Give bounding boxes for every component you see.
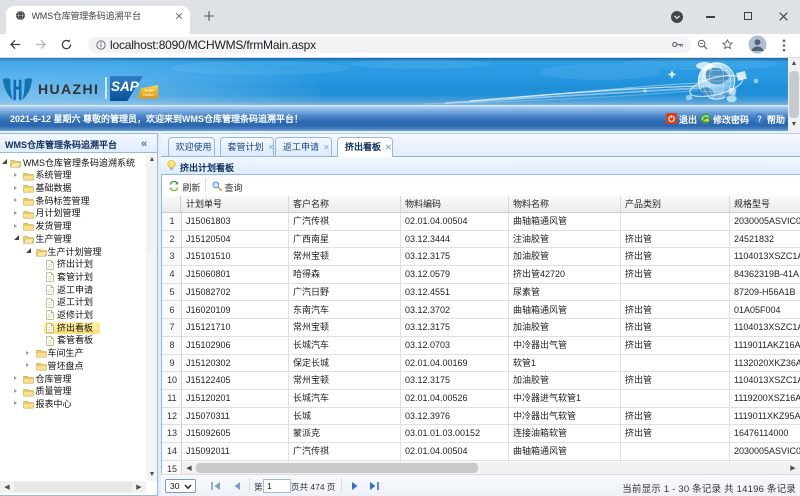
svg-text:Partner: Partner [142,93,154,97]
svg-text:Gold: Gold [144,87,154,92]
svg-text:?: ? [757,114,762,123]
